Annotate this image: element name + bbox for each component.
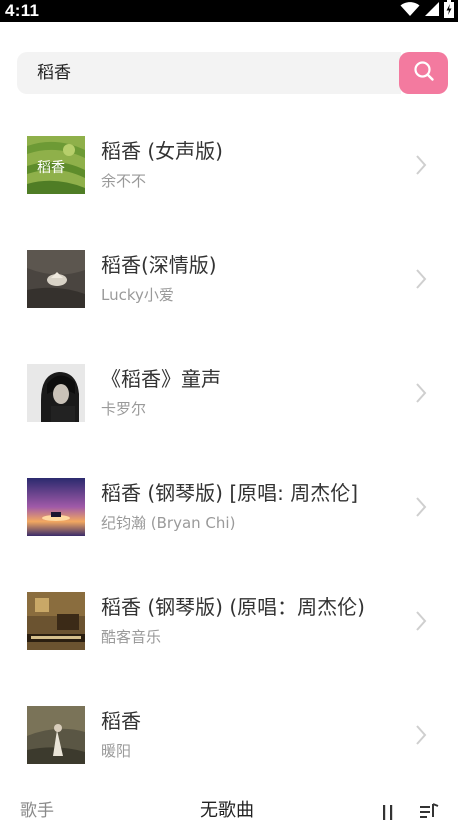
song-artist: 余不不 — [101, 172, 147, 190]
chevron-right-icon — [412, 380, 430, 410]
song-item[interactable]: 稻香 暖阳 — [0, 678, 458, 792]
search-button[interactable] — [399, 52, 448, 94]
song-item[interactable]: 稻香 (钢琴版) (原唱：周杰伦) 酷客音乐 — [0, 564, 458, 678]
song-title: 稻香 (女声版) — [101, 139, 223, 163]
album-cover — [27, 478, 85, 536]
player-artist: 歌手 — [20, 801, 54, 820]
album-cover — [27, 364, 85, 422]
song-artist: Lucky小爱 — [101, 286, 174, 304]
chevron-right-icon — [412, 722, 430, 752]
song-title: 稻香 — [101, 709, 141, 733]
song-item[interactable]: 《稻香》童声 卡罗尔 — [0, 336, 458, 450]
svg-text:稻香: 稻香 — [37, 160, 65, 176]
album-cover — [27, 250, 85, 308]
album-cover — [27, 706, 85, 764]
player-song-title: 无歌曲 — [200, 800, 254, 820]
chevron-right-icon — [412, 152, 430, 182]
song-title: 稻香 (钢琴版) [原唱: 周杰伦] — [101, 481, 359, 505]
signal-icon — [424, 1, 440, 21]
wifi-icon — [400, 1, 420, 21]
chevron-right-icon — [412, 608, 430, 638]
search-input[interactable] — [37, 52, 397, 94]
song-title: 稻香 (钢琴版) (原唱：周杰伦) — [101, 595, 365, 619]
song-title: 稻香(深情版) — [101, 253, 217, 277]
chevron-right-icon — [412, 266, 430, 296]
mini-player: 歌手 无歌曲 — [0, 792, 458, 820]
album-cover: 稻香 — [27, 136, 85, 194]
song-artist: 暖阳 — [101, 742, 132, 760]
song-item[interactable]: 稻香 稻香 (女声版) 余不不 — [0, 108, 458, 222]
playlist-icon[interactable] — [418, 801, 440, 820]
song-item[interactable]: 稻香 (钢琴版) [原唱: 周杰伦] 纪钧瀚 (Bryan Chi) — [0, 450, 458, 564]
song-artist: 酷客音乐 — [101, 628, 162, 646]
status-time: 4:11 — [5, 1, 40, 20]
status-icons — [400, 0, 454, 22]
album-cover — [27, 592, 85, 650]
search-row — [17, 52, 448, 94]
search-box — [17, 52, 401, 94]
status-bar: 4:11 — [0, 0, 458, 22]
song-item[interactable]: 稻香(深情版) Lucky小爱 — [0, 222, 458, 336]
search-icon — [413, 60, 435, 86]
battery-charging-icon — [444, 0, 454, 22]
song-list: 稻香 稻香 (女声版) 余不不 稻香(深情版) Lucky小爱 《稻香》童声 卡… — [0, 108, 458, 792]
chevron-right-icon — [412, 494, 430, 524]
song-artist: 卡罗尔 — [101, 400, 147, 418]
song-title: 《稻香》童声 — [101, 367, 221, 391]
song-artist: 纪钧瀚 (Bryan Chi) — [101, 514, 236, 532]
pause-icon[interactable] — [380, 802, 396, 820]
